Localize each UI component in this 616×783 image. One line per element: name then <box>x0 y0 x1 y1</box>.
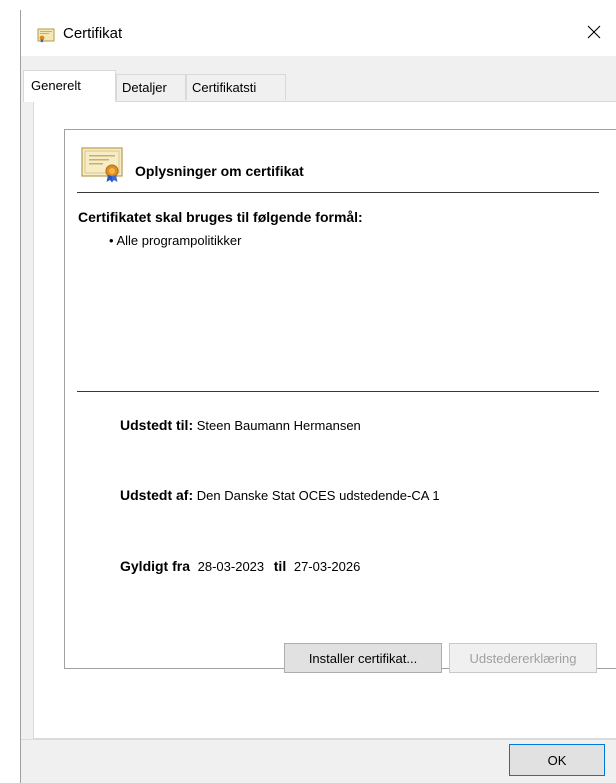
certificate-icon <box>37 27 55 43</box>
header-divider <box>77 192 599 193</box>
purpose-heading: Certifikatet skal bruges til følgende fo… <box>78 209 363 225</box>
close-icon <box>587 25 601 42</box>
valid-from-label: Gyldigt fra <box>120 558 191 574</box>
certificate-info-header: Oplysninger om certifikat <box>135 163 304 179</box>
title-bar: Certifikat <box>21 10 616 56</box>
install-certificate-button[interactable]: Installer certifikat... <box>284 643 442 673</box>
issued-by-label: Udstedt af: <box>120 487 194 503</box>
issued-to-value: Steen Baumann Hermansen <box>196 418 361 433</box>
ok-button[interactable]: OK <box>509 744 605 776</box>
issuer-statement-button[interactable]: Udstedererklæring <box>449 643 597 673</box>
certificate-info-box: Oplysninger om certifikat Certifikatet s… <box>64 129 616 669</box>
issued-to-label: Udstedt til: <box>120 417 194 433</box>
valid-to-label: til <box>273 558 287 574</box>
tab-generelt[interactable]: Generelt <box>23 70 116 102</box>
purpose-list-item: • Alle programpolitikker <box>109 233 242 248</box>
valid-from-value: 28-03-2023 <box>197 559 265 574</box>
close-button[interactable] <box>571 10 616 56</box>
issued-by-row: Udstedt af: Den Danske Stat OCES udstede… <box>120 487 440 503</box>
issued-by-value: Den Danske Stat OCES udstedende-CA 1 <box>196 488 440 503</box>
tab-detaljer[interactable]: Detaljer <box>116 74 186 100</box>
tab-certifikatsti[interactable]: Certifikatsti <box>186 74 286 100</box>
issued-to-row: Udstedt til: Steen Baumann Hermansen <box>120 417 361 433</box>
footer-divider <box>21 739 616 740</box>
general-tab-panel: Oplysninger om certifikat Certifikatet s… <box>33 101 616 739</box>
certificate-dialog: Certifikat Generelt Detaljer Certifikats… <box>20 10 616 783</box>
valid-to-value: 27-03-2026 <box>293 559 361 574</box>
window-title: Certifikat <box>63 25 123 42</box>
validity-row: Gyldigt fra 28-03-2023 til 27-03-2026 <box>120 558 360 574</box>
purpose-divider <box>77 391 599 392</box>
certificate-icon <box>81 145 125 183</box>
